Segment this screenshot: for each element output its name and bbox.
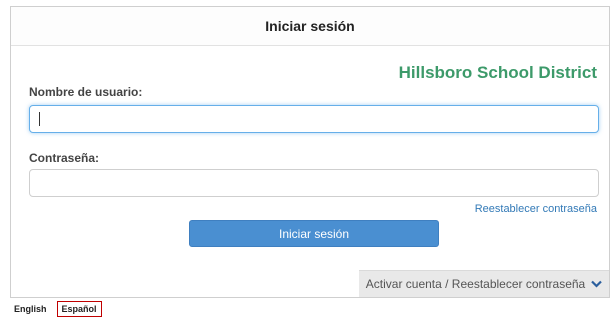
district-name: Hillsboro School District: [398, 63, 597, 82]
username-label: Nombre de usuario:: [29, 85, 143, 99]
chevron-down-icon: [591, 280, 602, 288]
login-button[interactable]: Iniciar sesión: [189, 220, 439, 247]
language-selector: English Español: [10, 300, 102, 318]
page-title: Iniciar sesión: [265, 18, 355, 34]
language-espanol[interactable]: Español: [56, 301, 102, 317]
reset-password-link[interactable]: Reestablecer contraseña: [475, 203, 597, 215]
username-input[interactable]: [29, 105, 599, 133]
login-panel: Iniciar sesión Hillsboro School District…: [10, 6, 610, 298]
language-english[interactable]: English: [10, 302, 51, 316]
text-caret: [39, 112, 40, 126]
activate-account-toggle[interactable]: Activar cuenta / Reestablecer contraseña: [359, 270, 609, 297]
panel-header: Iniciar sesión: [11, 7, 609, 46]
activate-account-label: Activar cuenta / Reestablecer contraseña: [365, 277, 586, 291]
password-input[interactable]: [29, 169, 599, 197]
password-label: Contraseña:: [29, 151, 100, 165]
